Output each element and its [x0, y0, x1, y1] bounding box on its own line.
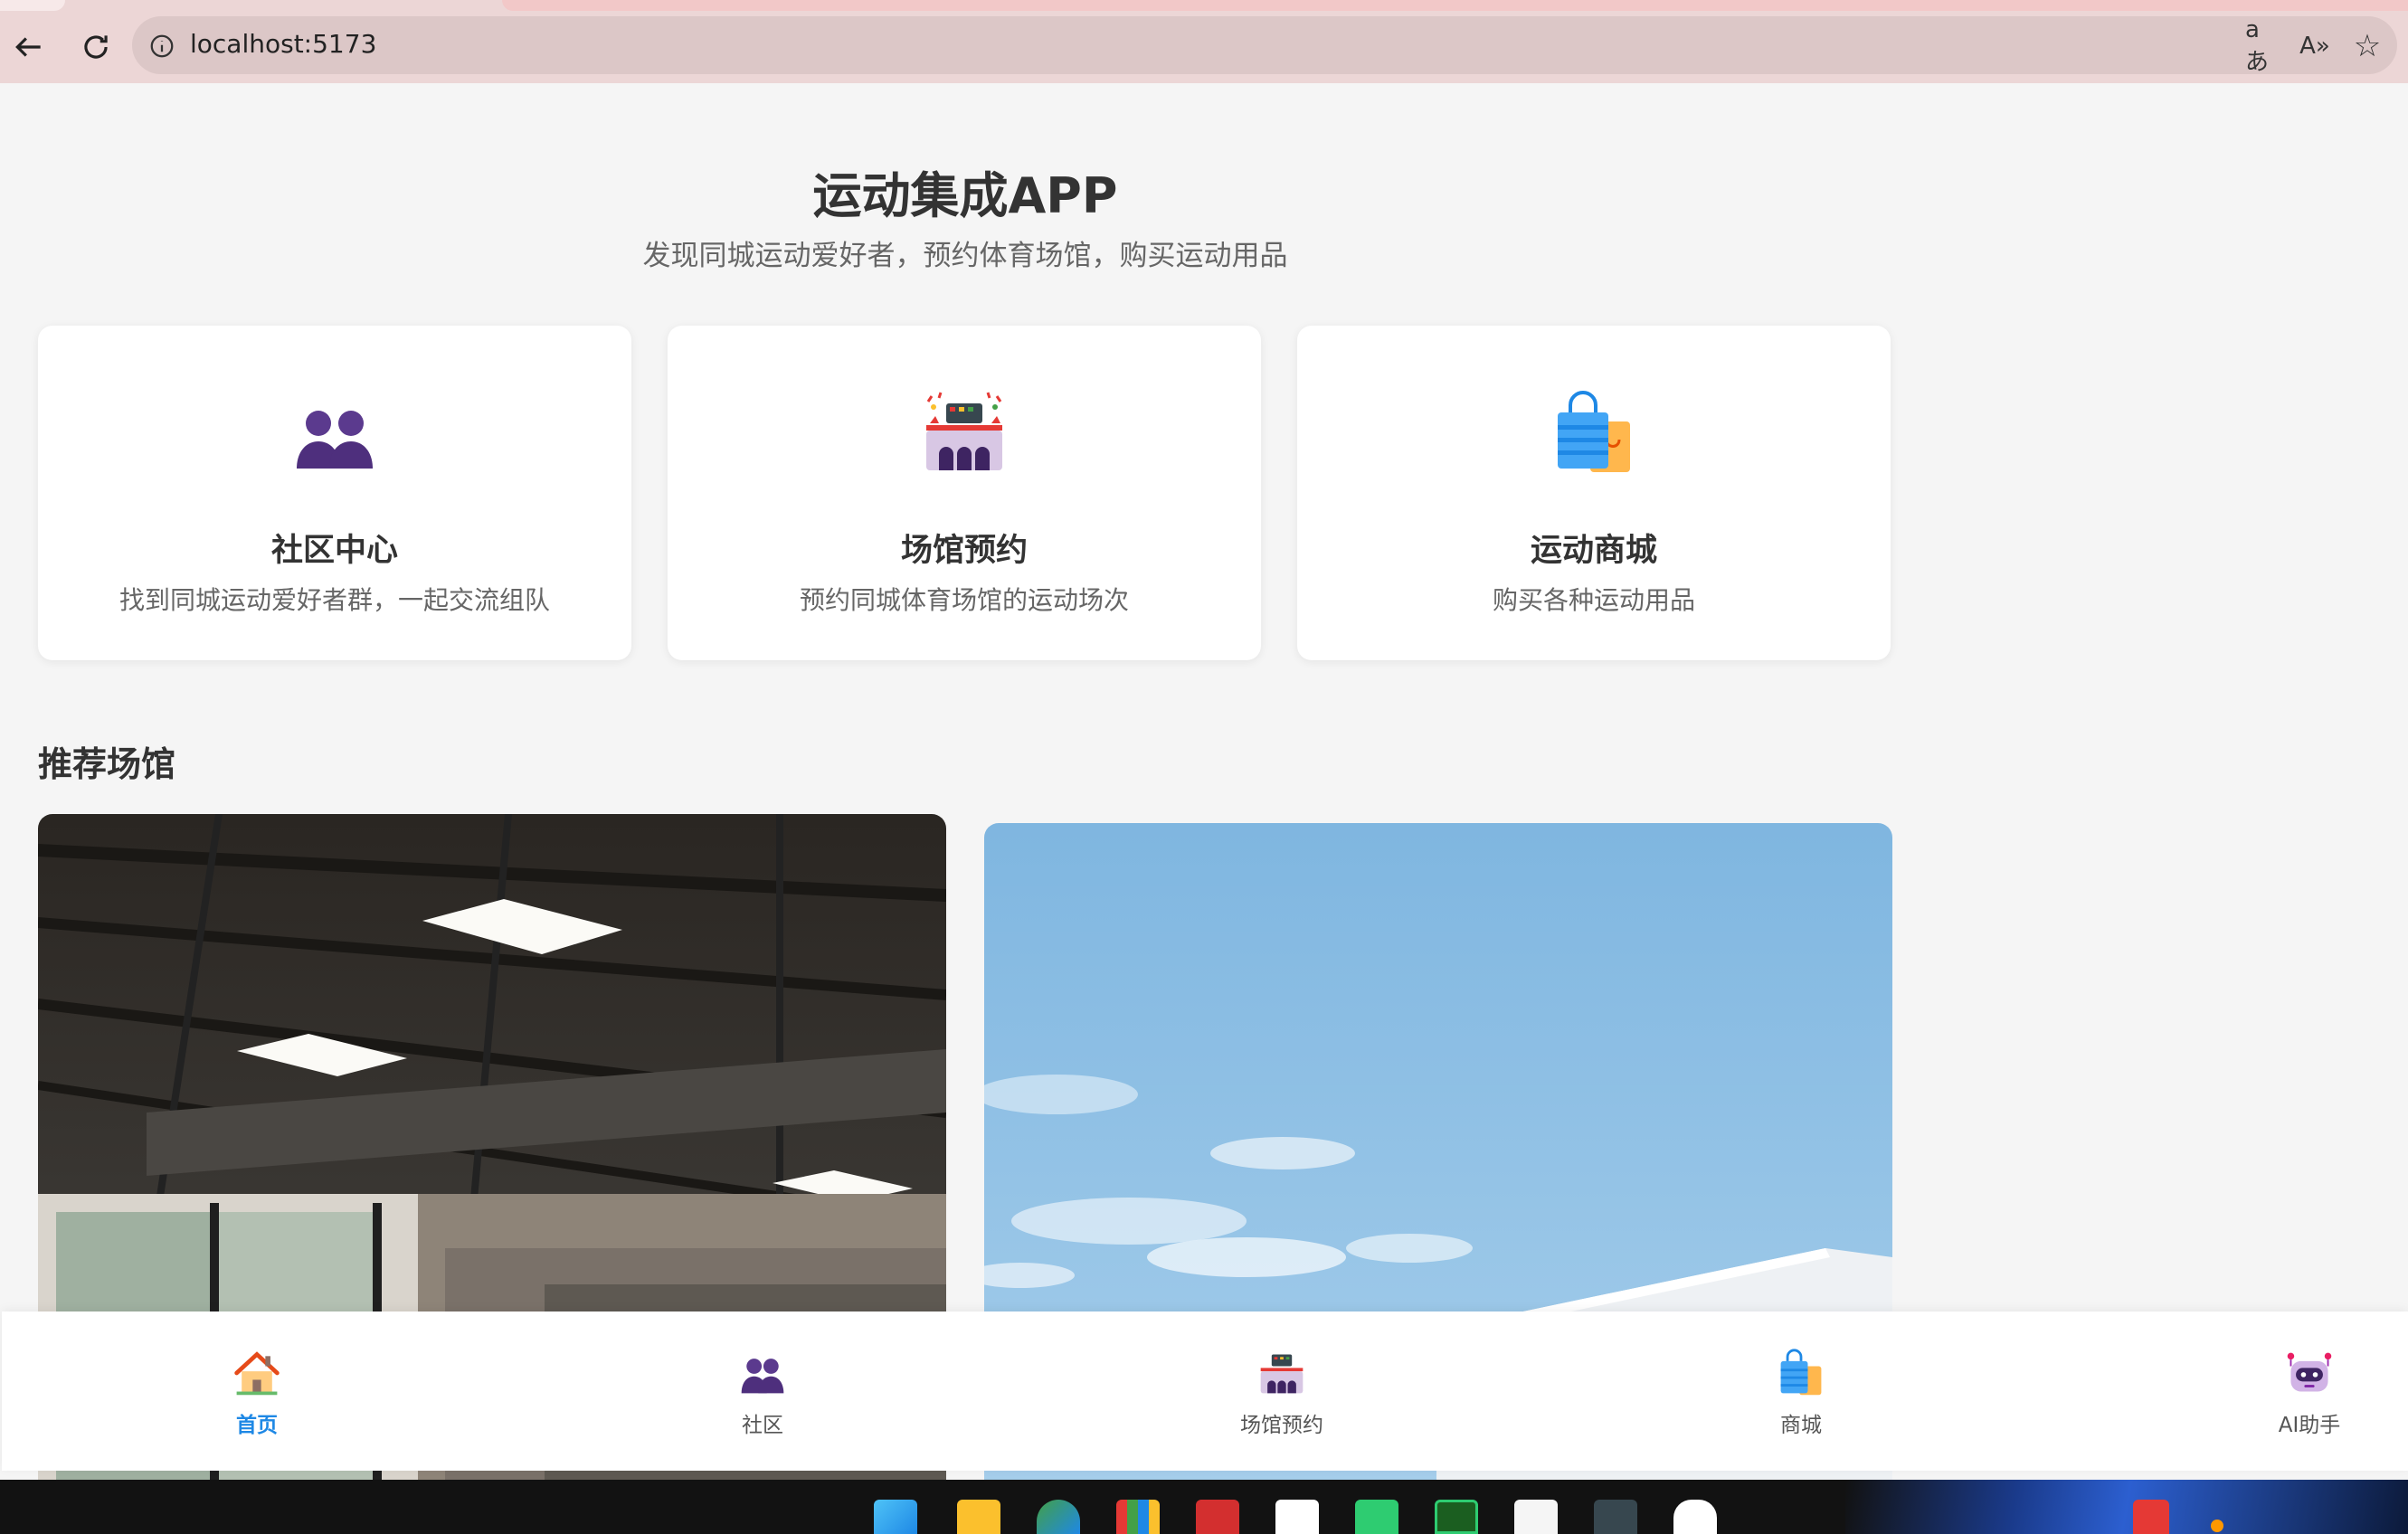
- browser-toolbar: localhost:5173 aあ A» ☆: [0, 0, 2408, 83]
- nav-label: 社区: [742, 1414, 783, 1437]
- tab-strip: [0, 0, 2408, 11]
- info-icon[interactable]: [148, 33, 175, 60]
- app-page: 运动集成APP 发现同城运动爱好者，预约体育场馆，购买运动用品 社区中心 找到同…: [2, 83, 2408, 1534]
- edge-browser-icon[interactable]: [1037, 1500, 1080, 1534]
- people-icon: [297, 411, 373, 469]
- nav-label: AI助手: [2278, 1414, 2341, 1437]
- back-button[interactable]: [2, 20, 56, 74]
- taskbar-wallpaper: [1845, 1480, 2408, 1534]
- wechat-icon[interactable]: [1355, 1500, 1398, 1534]
- feature-card-venue-booking[interactable]: 场馆预约 预约同城体育场馆的运动场次: [668, 326, 1261, 660]
- stadium-icon: [926, 392, 1002, 470]
- nav-shop[interactable]: 商城: [1711, 1348, 1891, 1456]
- favorite-star-icon[interactable]: ☆: [2350, 28, 2384, 64]
- nav-label: 场馆预约: [1240, 1414, 1323, 1437]
- terminal-icon[interactable]: [1594, 1500, 1637, 1534]
- microsoft-store-icon[interactable]: [1116, 1500, 1160, 1534]
- robot-icon: [2287, 1352, 2332, 1392]
- url-text[interactable]: localhost:5173: [190, 29, 376, 59]
- app-subtitle: 发现同城运动爱好者，预约体育场馆，购买运动用品: [642, 240, 1288, 272]
- bottom-nav: 首页 社区 场馆预约 商城 AI助手: [2, 1311, 2408, 1471]
- nav-venue-booking[interactable]: 场馆预约: [1191, 1348, 1372, 1456]
- reload-button[interactable]: [69, 20, 123, 74]
- back-arrow-icon: [15, 37, 41, 57]
- windows-start-icon[interactable]: [874, 1500, 917, 1534]
- nav-community[interactable]: 社区: [672, 1348, 853, 1456]
- feature-desc: 购买各种运动用品: [1492, 585, 1695, 615]
- cloud-sync-icon[interactable]: [1275, 1500, 1319, 1534]
- reload-icon: [84, 35, 108, 59]
- app-tray-icon[interactable]: [2133, 1500, 2169, 1534]
- feature-card-community[interactable]: 社区中心 找到同城运动爱好者群，一起交流组队: [38, 326, 631, 660]
- nav-ai-assistant[interactable]: AI助手: [2219, 1348, 2400, 1456]
- feature-title: 社区中心: [270, 533, 398, 569]
- feature-title: 场馆预约: [900, 533, 1028, 569]
- shopping-bags-icon: [1780, 1349, 1822, 1396]
- section-title-recommended-venues: 推荐场馆: [38, 744, 176, 784]
- os-taskbar: [0, 1480, 2408, 1534]
- app-title: 运动集成APP: [812, 167, 1118, 224]
- wps-office-icon[interactable]: [1196, 1500, 1239, 1534]
- feature-card-shop[interactable]: 运动商城 购买各种运动用品: [1297, 326, 1891, 660]
- notification-dot: [2211, 1520, 2223, 1532]
- nav-home[interactable]: 首页: [166, 1348, 347, 1456]
- address-bar[interactable]: localhost:5173 aあ A» ☆: [132, 16, 2397, 76]
- house-icon: [234, 1351, 280, 1396]
- shopping-bags-icon: [1558, 391, 1630, 472]
- typora-icon[interactable]: [1514, 1500, 1558, 1534]
- people-icon: [741, 1359, 784, 1394]
- tab-inactive[interactable]: [0, 0, 65, 11]
- file-explorer-icon[interactable]: [957, 1500, 1000, 1534]
- read-aloud-icon[interactable]: A»: [2298, 29, 2332, 63]
- nav-label: 首页: [236, 1414, 278, 1437]
- feature-desc: 找到同城运动爱好者群，一起交流组队: [119, 585, 550, 615]
- terminal-green-icon[interactable]: [1435, 1500, 1478, 1534]
- stadium-icon: [1260, 1354, 1304, 1394]
- qq-penguin-icon[interactable]: [1673, 1500, 1717, 1534]
- tab-active[interactable]: [502, 0, 2408, 11]
- nav-label: 商城: [1780, 1414, 1822, 1437]
- feature-title: 运动商城: [1530, 533, 1657, 569]
- feature-desc: 预约同城体育场馆的运动场次: [799, 585, 1129, 615]
- translate-icon[interactable]: aあ: [2245, 16, 2280, 76]
